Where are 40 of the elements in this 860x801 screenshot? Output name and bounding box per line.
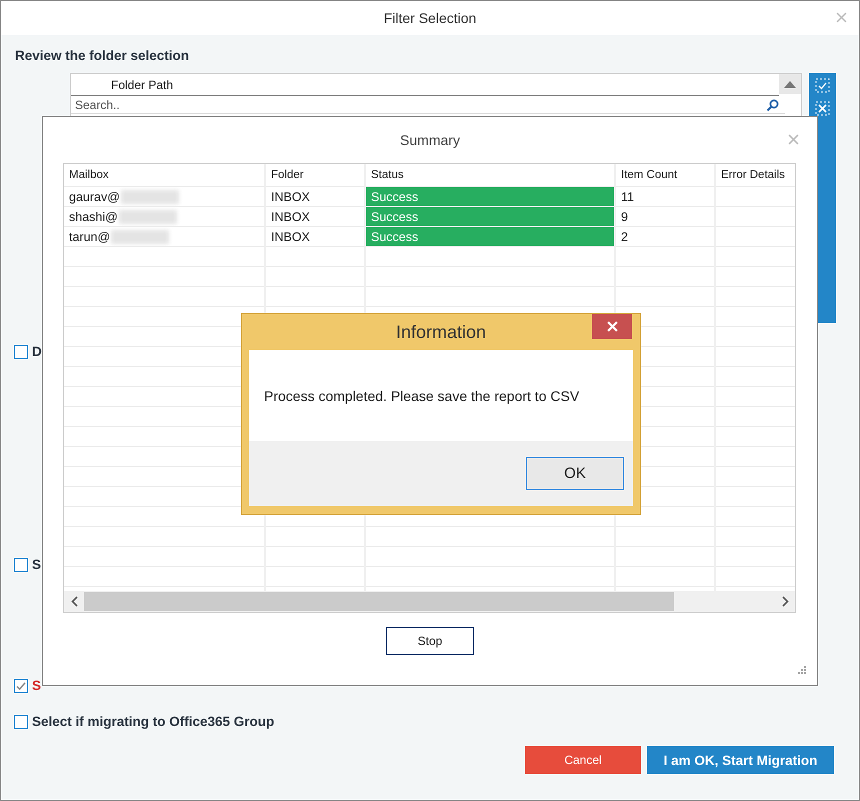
redaction-blur bbox=[111, 230, 170, 244]
option-label: S bbox=[32, 678, 42, 693]
search-icon bbox=[766, 98, 779, 112]
section-heading: Review the folder selection bbox=[15, 48, 190, 63]
dialog-title: Information bbox=[396, 322, 486, 342]
status-cell: Success bbox=[366, 227, 616, 247]
select-all-icon[interactable] bbox=[815, 78, 830, 93]
close-button[interactable] bbox=[592, 314, 632, 339]
resize-grip-icon[interactable] bbox=[797, 665, 807, 675]
start-migration-button[interactable]: I am OK, Start Migration bbox=[647, 746, 834, 774]
scrollbar-thumb[interactable] bbox=[84, 592, 674, 611]
message-text: Process completed. Please save the report to CSV bbox=[264, 388, 580, 404]
search-field[interactable]: Search.. bbox=[71, 96, 785, 114]
column-header: Folder Path bbox=[111, 78, 174, 92]
window-title: Filter Selection bbox=[384, 10, 476, 26]
checkbox[interactable] bbox=[14, 678, 28, 692]
dialog-title: Summary bbox=[400, 132, 460, 148]
cancel-button[interactable]: Cancel bbox=[525, 746, 641, 774]
horizontal-scrollbar[interactable] bbox=[64, 591, 795, 612]
scroll-up-button[interactable] bbox=[779, 74, 801, 94]
ok-button[interactable]: OK bbox=[526, 457, 624, 490]
checkmark-icon bbox=[16, 682, 26, 690]
redaction-blur bbox=[118, 210, 177, 224]
close-icon bbox=[606, 321, 618, 332]
stop-button[interactable]: Stop bbox=[386, 627, 474, 655]
close-icon[interactable] bbox=[788, 134, 799, 145]
option-label: Select if migrating to Office365 Group bbox=[32, 714, 274, 729]
checkbox[interactable] bbox=[14, 558, 28, 572]
option-label: D bbox=[32, 344, 42, 359]
redaction-blur bbox=[120, 190, 179, 204]
checkbox[interactable] bbox=[14, 714, 28, 728]
close-icon[interactable] bbox=[836, 12, 847, 23]
checkbox[interactable] bbox=[14, 344, 28, 358]
chevron-left-icon[interactable] bbox=[70, 596, 78, 607]
chevron-right-icon[interactable] bbox=[782, 596, 788, 607]
option-label: S bbox=[32, 557, 42, 572]
status-cell: Success bbox=[366, 207, 616, 227]
status-cell: Success bbox=[366, 187, 616, 207]
deselect-all-icon[interactable] bbox=[815, 101, 830, 116]
caret-up-icon bbox=[784, 80, 796, 88]
